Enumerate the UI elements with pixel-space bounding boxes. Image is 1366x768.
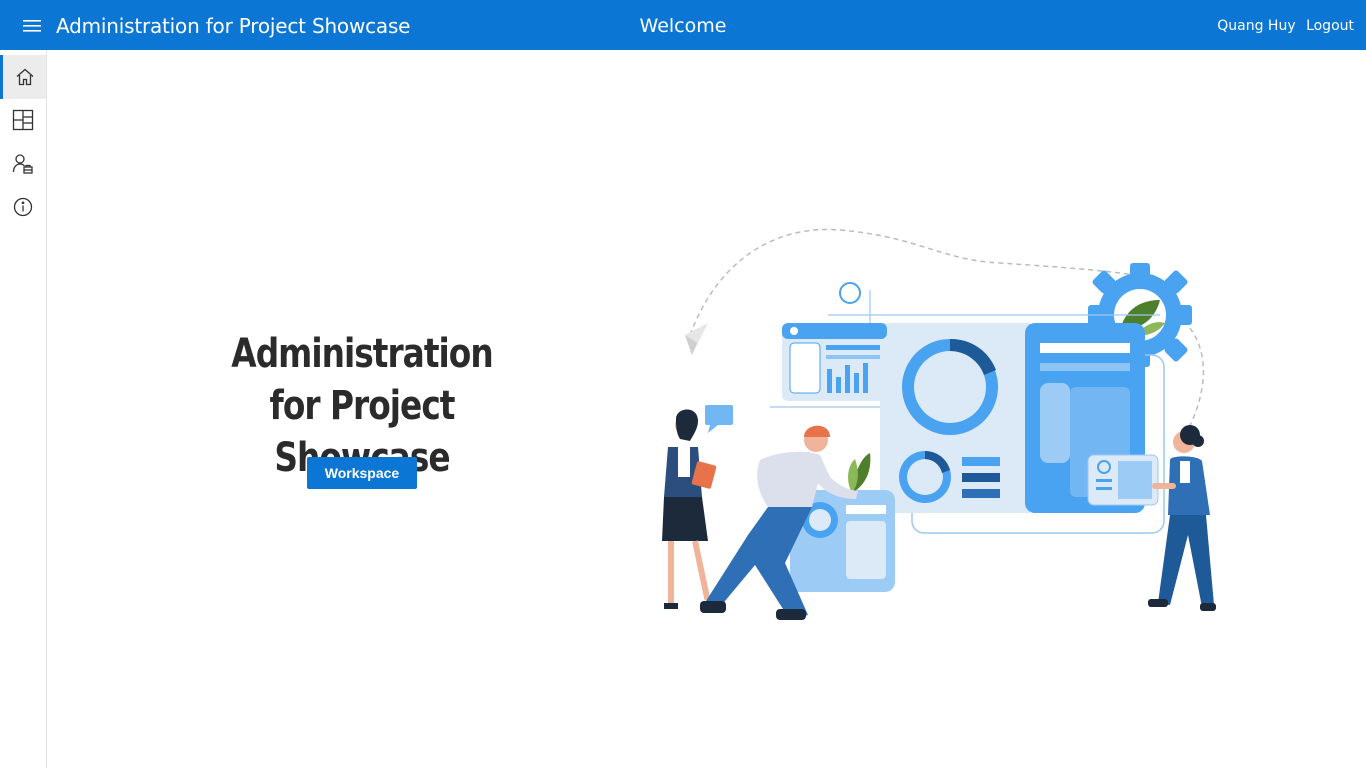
sidebar-item-about[interactable] [0,185,46,229]
sidebar-item-dashboard[interactable] [0,98,46,142]
user-menu: Quang Huy Logout [1211,18,1354,34]
top-navigation-bar: Administration for Project Showcase Welc… [0,0,1366,50]
app-title[interactable]: Administration for Project Showcase [56,14,410,38]
home-icon [16,68,33,86]
workspace-button[interactable]: Workspace [307,457,417,489]
hero-title-line-1: Administration [231,331,493,377]
user-name-link[interactable]: Quang Huy [1217,18,1295,34]
dashboard-team-illustration [662,228,1216,620]
sidebar-item-home[interactable] [0,55,46,99]
info-icon [13,197,33,217]
dashboard-icon [12,109,34,131]
hamburger-icon [23,20,41,32]
menu-toggle-button[interactable] [18,14,46,38]
user-admin-icon [12,154,33,174]
sidebar [0,50,47,768]
logout-link[interactable]: Logout [1306,18,1354,34]
sidebar-item-user-admin[interactable] [0,142,46,186]
